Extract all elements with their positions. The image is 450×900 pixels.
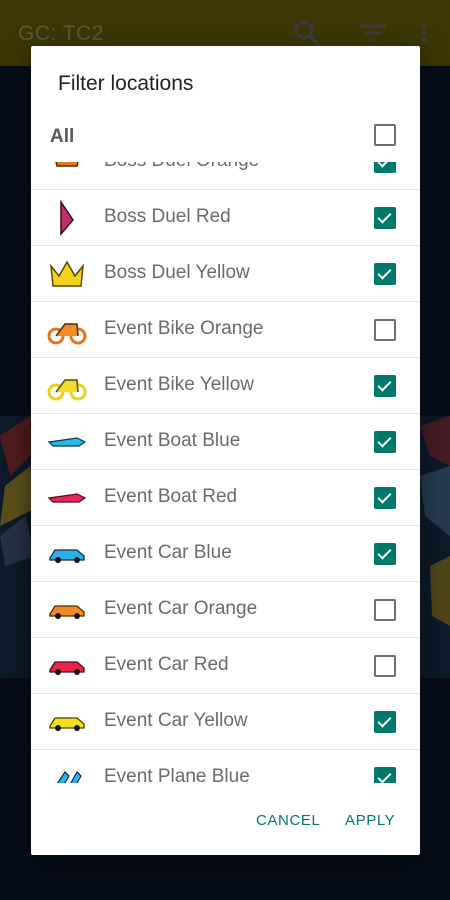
- location-item-label: Event Bike Orange: [104, 318, 264, 339]
- location-item-checkbox[interactable]: [374, 162, 396, 173]
- location-list[interactable]: Boss Duel Orange Boss Duel Red Boss Duel Y…: [31, 162, 420, 783]
- bike-yellow-icon: [47, 368, 87, 404]
- location-item[interactable]: Boss Duel Orange: [31, 162, 420, 190]
- location-item[interactable]: Event Car Red: [31, 638, 420, 694]
- location-item-checkbox[interactable]: [374, 543, 396, 565]
- location-item-checkbox[interactable]: [374, 599, 396, 621]
- car-blue-icon: [47, 536, 87, 572]
- location-item[interactable]: Event Plane Blue: [31, 750, 420, 783]
- location-item-label: Event Car Red: [104, 654, 229, 675]
- location-item-label: Event Car Orange: [104, 598, 258, 619]
- location-item-label: Event Car Yellow: [104, 710, 248, 731]
- location-item[interactable]: Boss Duel Yellow: [31, 246, 420, 302]
- location-item[interactable]: Event Boat Blue: [31, 414, 420, 470]
- boss-duel-orange-icon: [47, 162, 87, 180]
- location-item-checkbox[interactable]: [374, 207, 396, 229]
- location-item-label: Boss Duel Orange: [104, 162, 259, 172]
- location-item-checkbox[interactable]: [374, 319, 396, 341]
- filter-dialog: Filter locations All Boss Duel OrangeBos…: [31, 46, 420, 855]
- location-item[interactable]: Event Car Blue: [31, 526, 420, 582]
- all-label: All: [50, 126, 75, 147]
- cancel-button[interactable]: CANCEL: [256, 812, 320, 829]
- location-item-checkbox[interactable]: [374, 263, 396, 285]
- location-item-label: Boss Duel Yellow: [104, 262, 250, 283]
- car-yellow-icon: [47, 704, 87, 740]
- boss-duel-red-icon: [47, 199, 87, 237]
- plane-blue-icon: [47, 760, 87, 783]
- location-item-label: Event Car Blue: [104, 542, 232, 563]
- boat-red-icon: [47, 480, 87, 516]
- all-checkbox[interactable]: [374, 124, 396, 146]
- location-item-checkbox[interactable]: [374, 767, 396, 783]
- apply-button[interactable]: APPLY: [345, 812, 395, 829]
- location-item-checkbox[interactable]: [374, 487, 396, 509]
- location-item-checkbox[interactable]: [374, 711, 396, 733]
- location-item-label: Event Boat Red: [104, 486, 238, 507]
- car-red-icon: [47, 648, 87, 684]
- location-item[interactable]: Boss Duel Red: [31, 190, 420, 246]
- location-item[interactable]: Event Car Orange: [31, 582, 420, 638]
- location-item-label: Event Bike Yellow: [104, 374, 254, 395]
- boss-duel-yellow-icon: [47, 256, 87, 292]
- boat-blue-icon: [47, 424, 87, 460]
- car-orange-icon: [47, 592, 87, 628]
- location-item-label: Boss Duel Red: [104, 206, 231, 227]
- location-item-label: Event Plane Blue: [104, 766, 250, 783]
- location-item-checkbox[interactable]: [374, 655, 396, 677]
- location-item[interactable]: Event Bike Orange: [31, 302, 420, 358]
- location-item-checkbox[interactable]: [374, 431, 396, 453]
- location-item[interactable]: Event Car Yellow: [31, 694, 420, 750]
- bike-orange-icon: [47, 312, 87, 348]
- location-item-checkbox[interactable]: [374, 375, 396, 397]
- location-item-label: Event Boat Blue: [104, 430, 241, 451]
- location-item[interactable]: Event Bike Yellow: [31, 358, 420, 414]
- location-item[interactable]: Event Boat Red: [31, 470, 420, 526]
- dialog-actions: CANCEL APPLY: [31, 806, 420, 846]
- all-row[interactable]: All: [31, 114, 420, 158]
- dialog-title: Filter locations: [58, 72, 194, 95]
